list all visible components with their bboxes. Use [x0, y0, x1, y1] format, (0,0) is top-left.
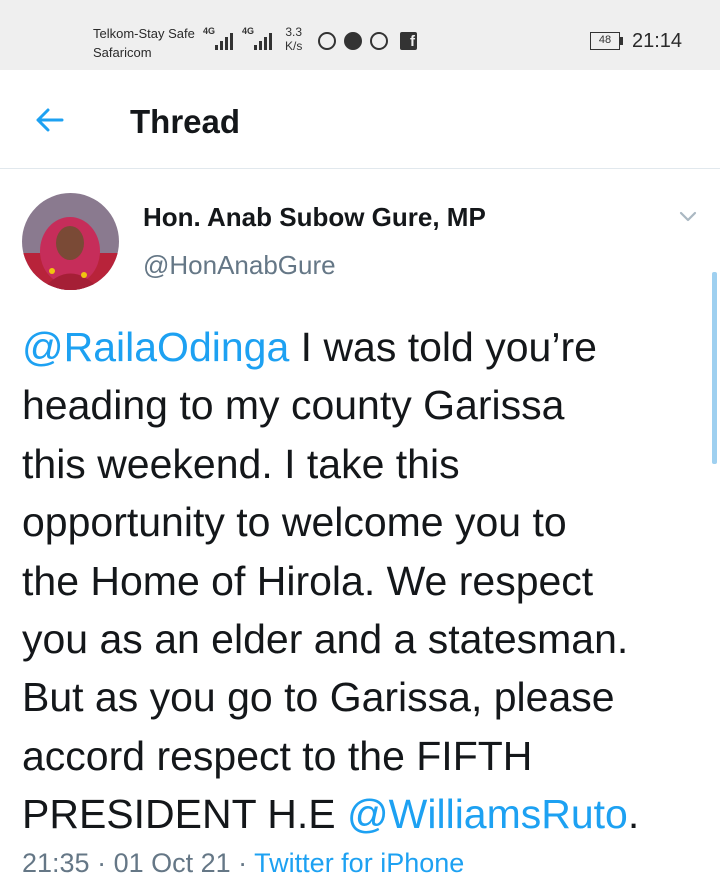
whatsapp-icon — [318, 32, 336, 50]
carrier-name-2: Safaricom — [93, 45, 152, 60]
author-name[interactable]: Hon. Anab Subow Gure, MP — [143, 202, 486, 233]
carrier-name-1: Telkom-Stay Safe — [93, 26, 195, 41]
avatar[interactable] — [22, 193, 119, 290]
tweet-source-link[interactable]: Twitter for iPhone — [254, 848, 464, 878]
tweet-metadata: 21:35 · 01 Oct 21 · Twitter for iPhone — [22, 848, 464, 879]
tweet-text: @RailaOdinga I was told you’re heading t… — [22, 318, 712, 844]
battery-tip — [620, 37, 623, 45]
page-title: Thread — [130, 103, 241, 140]
battery-icon: 48 — [590, 32, 620, 50]
tweet-time: 21:35 — [22, 848, 90, 878]
signal-icon-2: 4G — [242, 26, 272, 50]
mention-link[interactable]: @WilliamsRuto — [347, 791, 628, 837]
meta-separator: · — [230, 848, 255, 878]
tweet-date: 01 Oct 21 — [113, 848, 231, 878]
author-handle[interactable]: @HonAnabGure — [143, 250, 336, 281]
thread-header: Thread — [0, 70, 720, 169]
facebook-icon: f — [400, 32, 417, 50]
network-type-1: 4G — [203, 26, 216, 36]
mention-link[interactable]: @RailaOdinga — [22, 324, 289, 370]
tweet-text-part: I was told you’re heading to my county G… — [22, 324, 629, 838]
network-speed: 3.3 K/s — [285, 25, 303, 53]
scrollbar[interactable] — [712, 272, 717, 464]
hand-stop-icon — [370, 32, 388, 50]
meta-separator: · — [89, 848, 114, 878]
messenger-icon — [344, 32, 362, 50]
network-type-2: 4G — [242, 26, 255, 36]
chevron-down-icon[interactable] — [678, 210, 698, 224]
arrow-left-icon[interactable] — [32, 102, 68, 138]
status-clock: 21:14 — [632, 30, 683, 52]
tweet-text-end: . — [627, 791, 640, 838]
status-bar: Telkom-Stay Safe Safaricom 4G 4G 3.3 K/s… — [0, 0, 720, 70]
signal-icon-1: 4G — [203, 26, 233, 50]
